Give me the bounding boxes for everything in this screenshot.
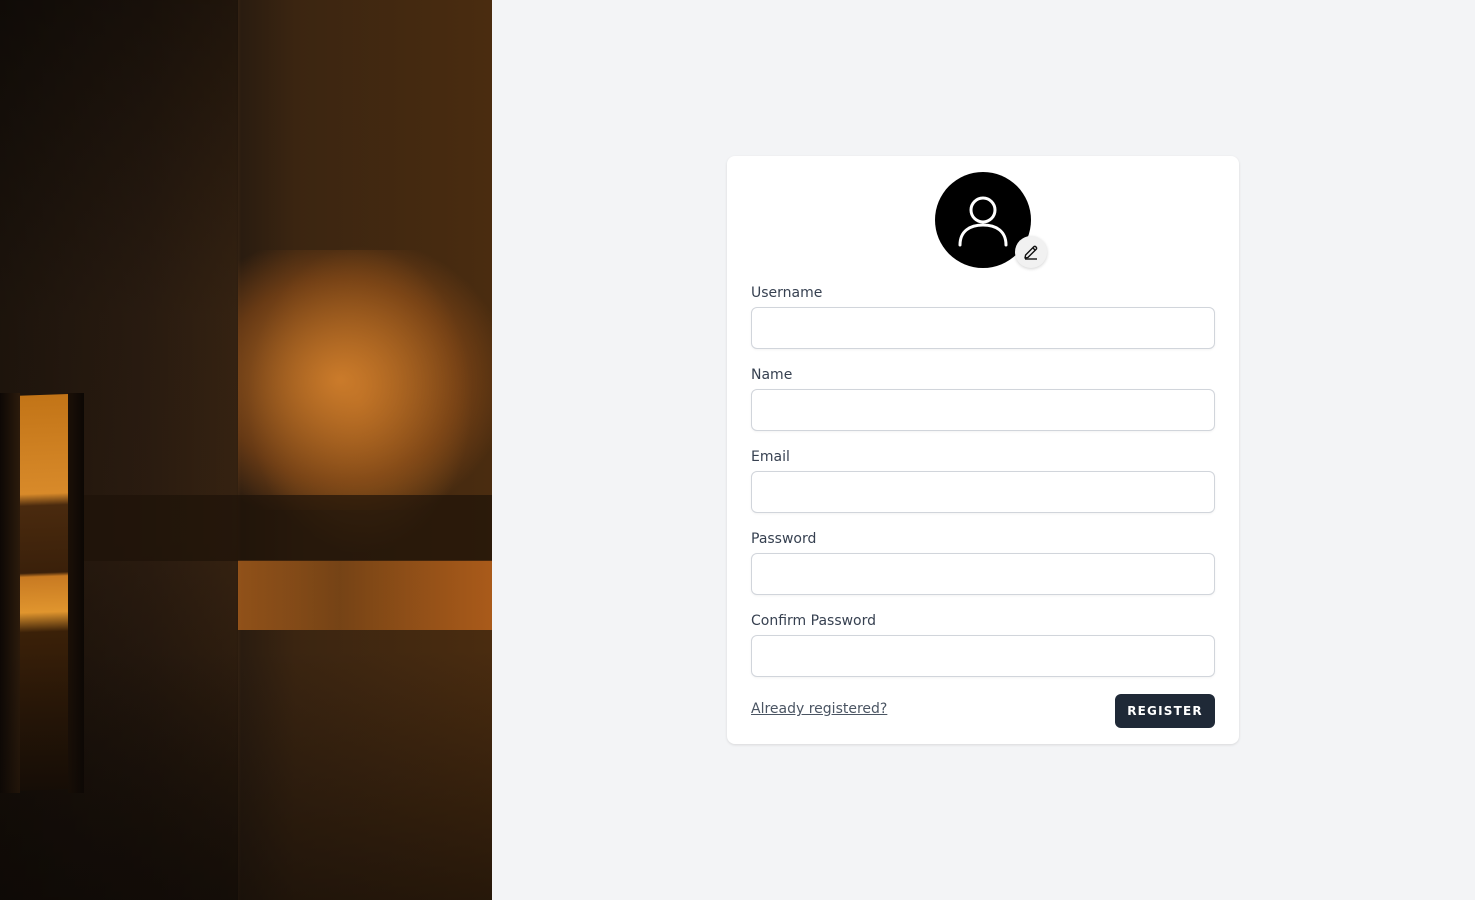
edit-avatar-button[interactable]	[1015, 236, 1047, 268]
password-input[interactable]	[751, 553, 1215, 595]
password-field-group: Password	[751, 529, 1215, 595]
pencil-icon	[1024, 245, 1038, 260]
photo-sunlight-lower	[238, 560, 492, 630]
user-icon	[958, 196, 1008, 247]
confirm-password-field-group: Confirm Password	[751, 611, 1215, 677]
username-input[interactable]	[751, 307, 1215, 349]
email-field-group: Email	[751, 447, 1215, 513]
photo-floor-shade	[0, 650, 492, 900]
name-field-group: Name	[751, 365, 1215, 431]
already-registered-link[interactable]: Already registered?	[751, 701, 887, 717]
name-input[interactable]	[751, 389, 1215, 431]
register-card: Username Name Email Password Confirm Pas…	[727, 156, 1239, 744]
confirm-password-label: Confirm Password	[751, 613, 877, 629]
confirm-password-input[interactable]	[751, 635, 1215, 677]
username-label: Username	[751, 285, 823, 301]
background-photo	[0, 0, 492, 900]
avatar-section	[935, 172, 1047, 268]
email-input[interactable]	[751, 471, 1215, 513]
register-button[interactable]: Register	[1115, 694, 1215, 728]
name-label: Name	[751, 367, 793, 383]
email-label: Email	[751, 449, 790, 465]
username-field-group: Username	[751, 283, 1215, 349]
password-label: Password	[751, 531, 817, 547]
photo-sunlight-patch	[238, 250, 492, 510]
